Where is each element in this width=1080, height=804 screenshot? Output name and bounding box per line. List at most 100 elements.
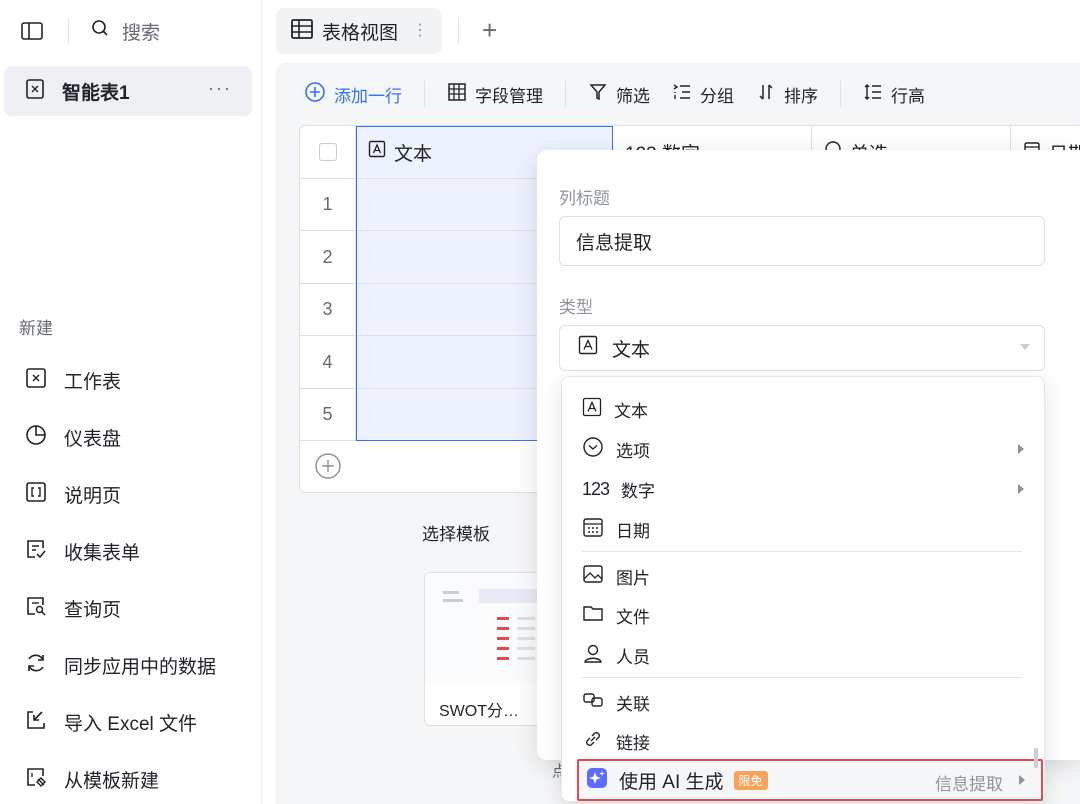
chevron-down-icon: [1020, 344, 1030, 350]
sidebar-item-label: 查询页: [64, 600, 122, 621]
template-thumbnail: [425, 573, 541, 683]
sidebar-top: 搜索: [0, 0, 262, 62]
chevron-right-icon: [1019, 775, 1025, 785]
column-title-value: 信息提取: [576, 232, 653, 254]
sidebar-item-query[interactable]: 查询页: [0, 580, 262, 637]
menu-item-ai-generate[interactable]: 使用 AI 生成 限免 信息提取: [577, 759, 1043, 801]
menu-divider: [582, 677, 1022, 678]
select-all-cell: [300, 126, 356, 178]
sidebar-item-form[interactable]: 收集表单: [0, 523, 262, 580]
menu-item-option[interactable]: 选项: [562, 430, 1044, 468]
link-relation-icon: [582, 689, 604, 716]
sidebar-item-dashboard[interactable]: 仪表盘: [0, 409, 262, 466]
tab-more-icon[interactable]: ⋮: [412, 20, 428, 40]
chevron-right-icon: [1018, 444, 1024, 454]
menu-item-number[interactable]: 123 数字: [562, 470, 1044, 508]
tab-grid-view[interactable]: 表格视图 ⋮: [276, 8, 442, 54]
menu-scrollbar[interactable]: [1034, 748, 1038, 768]
template-name: SWOT分…: [439, 703, 519, 720]
template-card[interactable]: SWOT分…: [424, 572, 542, 726]
grid-view-icon: [290, 18, 314, 45]
menu-item-label: 人员: [616, 647, 650, 667]
group-button[interactable]: 分组: [672, 79, 734, 109]
sync-icon: [24, 651, 48, 681]
sort-icon: [756, 82, 776, 107]
sheet-icon: [24, 78, 46, 105]
type-dropdown-menu: 文本 选项 123 数字 日期 图片 文件 人员 关联 链接: [561, 376, 1045, 802]
filter-icon: [588, 82, 608, 107]
row-index: 5: [300, 389, 356, 440]
row-index: 1: [300, 179, 356, 230]
add-row-plus-icon[interactable]: [314, 452, 342, 485]
sidebar-item-label: 从模板新建: [64, 771, 160, 792]
type-select[interactable]: 文本: [559, 325, 1045, 371]
sidebar-toggle-icon[interactable]: [20, 20, 44, 42]
image-icon: [582, 563, 604, 590]
type-select-value: 文本: [612, 339, 651, 361]
filter-button[interactable]: 筛选: [588, 79, 650, 109]
group-icon: [672, 82, 692, 107]
number-icon: 123: [582, 478, 610, 499]
ai-generate-value: 信息提取: [935, 775, 1003, 794]
row-height-button[interactable]: 行高: [863, 79, 925, 109]
calendar-icon: [582, 516, 604, 543]
search-label: 搜索: [122, 22, 161, 44]
filter-label: 筛选: [616, 86, 650, 106]
sidebar-item-label: 收集表单: [64, 543, 141, 564]
search-button[interactable]: 搜索: [90, 18, 160, 44]
menu-item-image[interactable]: 图片: [562, 557, 1044, 595]
sort-button[interactable]: 排序: [756, 79, 818, 109]
row-index: 2: [300, 231, 356, 283]
search-icon: [90, 18, 110, 44]
menu-divider: [582, 551, 1022, 552]
view-tab-bar: 表格视图 ⋮ +: [262, 0, 1080, 62]
template-icon: [24, 765, 48, 795]
menu-item-label: 日期: [616, 521, 650, 541]
sidebar-item-doc-page[interactable]: 说明页: [0, 466, 262, 523]
divider: [458, 18, 459, 44]
add-row-button[interactable]: 添加一行: [304, 79, 402, 109]
sidebar-item-label: 导入 Excel 文件: [64, 714, 198, 735]
field-manage-label: 字段管理: [475, 86, 543, 106]
divider: [840, 81, 841, 107]
doc-name: 智能表1: [62, 82, 130, 104]
import-icon: [24, 708, 48, 738]
menu-item-relation[interactable]: 关联: [562, 683, 1044, 721]
sheet-icon: [24, 366, 48, 396]
query-icon: [24, 594, 48, 624]
select-all-checkbox[interactable]: [318, 143, 337, 161]
row-index: 4: [300, 336, 356, 388]
divider: [68, 18, 69, 44]
sidebar-item-import[interactable]: 导入 Excel 文件: [0, 694, 262, 751]
row-index: 3: [300, 284, 356, 335]
sidebar-item-template[interactable]: 从模板新建: [0, 751, 262, 804]
sort-label: 排序: [784, 86, 818, 106]
menu-item-file[interactable]: 文件: [562, 596, 1044, 634]
menu-item-hyperlink[interactable]: 链接: [562, 722, 1044, 760]
sidebar-item-sync[interactable]: 同步应用中的数据: [0, 637, 262, 694]
free-badge: 限免: [733, 770, 768, 790]
menu-item-text[interactable]: 文本: [562, 390, 1044, 428]
add-row-label: 添加一行: [334, 86, 402, 106]
new-section-label: 新建: [19, 319, 53, 338]
chevron-right-icon: [1018, 484, 1024, 494]
template-section-label: 选择模板: [422, 525, 490, 544]
menu-item-label: 选项: [616, 441, 650, 461]
menu-item-person[interactable]: 人员: [562, 636, 1044, 674]
column-title-input[interactable]: 信息提取: [559, 216, 1045, 266]
hyperlink-icon: [582, 728, 604, 755]
add-view-button[interactable]: +: [482, 16, 497, 44]
menu-item-label: 数字: [621, 481, 656, 501]
folder-icon: [582, 602, 604, 629]
sidebar-item-sheet[interactable]: 工作表: [0, 352, 262, 409]
divider: [424, 81, 425, 107]
menu-item-date[interactable]: 日期: [562, 510, 1044, 548]
toolbar: 添加一行 字段管理 筛选 分组 排序 行高: [276, 62, 1080, 126]
menu-item-label: 文本: [614, 401, 648, 421]
dashboard-icon: [24, 423, 48, 453]
more-icon[interactable]: ···: [208, 78, 232, 99]
ai-sparkle-icon: [585, 766, 609, 795]
field-manage-button[interactable]: 字段管理: [447, 79, 543, 109]
row-height-icon: [863, 82, 883, 107]
sidebar-item-doc[interactable]: 智能表1 ···: [4, 66, 252, 116]
